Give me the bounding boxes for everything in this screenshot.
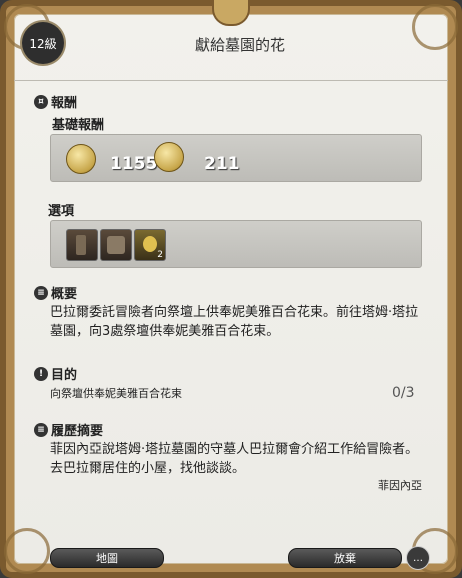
reward-item-boots[interactable] <box>66 229 98 261</box>
scroll-icon: ≡ <box>34 422 48 437</box>
reward-item-boots-pair[interactable] <box>100 229 132 261</box>
corner-ornament-bottom-left <box>4 528 50 574</box>
gil-icon[interactable] <box>154 142 184 172</box>
history-text: 菲因內亞說塔姆·塔拉墓園的守墓人巴拉爾會介紹工作給冒險者。去巴拉爾居住的小屋，找… <box>50 442 419 476</box>
book-icon: ≡ <box>34 285 48 300</box>
gil-amount: 211 <box>204 154 240 174</box>
potion-count: 2 <box>157 250 163 260</box>
rewards-label: 報酬 <box>51 96 78 111</box>
objective-section-label: ! 目的 <box>34 364 77 383</box>
reward-item-potion[interactable]: 2 <box>134 229 166 261</box>
boots-pair-icon <box>107 236 125 254</box>
summary-section-label: ≡ 概要 <box>34 283 77 302</box>
objective-label: 目的 <box>51 368 78 383</box>
exp-amount: 1155 <box>110 154 158 174</box>
quest-level-badge: 12級 <box>22 22 64 64</box>
history-label: 履歷摘要 <box>51 424 104 439</box>
map-button[interactable]: 地圖 <box>50 548 164 568</box>
quest-title: 獻給墓園的花 <box>194 36 285 54</box>
boots-icon <box>76 235 86 255</box>
potion-icon <box>143 236 157 252</box>
optional-rewards-label: 選項 <box>48 204 75 219</box>
objective-text: 向祭壇供奉妮美雅百合花束 <box>50 387 182 400</box>
exp-icon[interactable] <box>66 144 96 174</box>
history-signature: 菲因內亞 <box>378 479 422 492</box>
exclamation-icon: ! <box>34 366 48 381</box>
history-section-label: ≡ 履歷摘要 <box>34 420 103 439</box>
rewards-section-label: ¤ 報酬 <box>34 92 77 111</box>
summary-label: 概要 <box>51 287 78 302</box>
chat-bubble-icon[interactable]: … <box>406 546 430 570</box>
objective-progress: 0/3 <box>392 385 415 401</box>
coin-bag-icon: ¤ <box>34 94 48 109</box>
abandon-button[interactable]: 放棄 <box>288 548 402 568</box>
base-rewards-label: 基礎報酬 <box>52 118 105 133</box>
summary-text: 巴拉爾委託冒險者向祭壇上供奉妮美雅百合花束。前往塔姆·塔拉墓園，向3處祭壇供奉妮… <box>50 305 419 339</box>
